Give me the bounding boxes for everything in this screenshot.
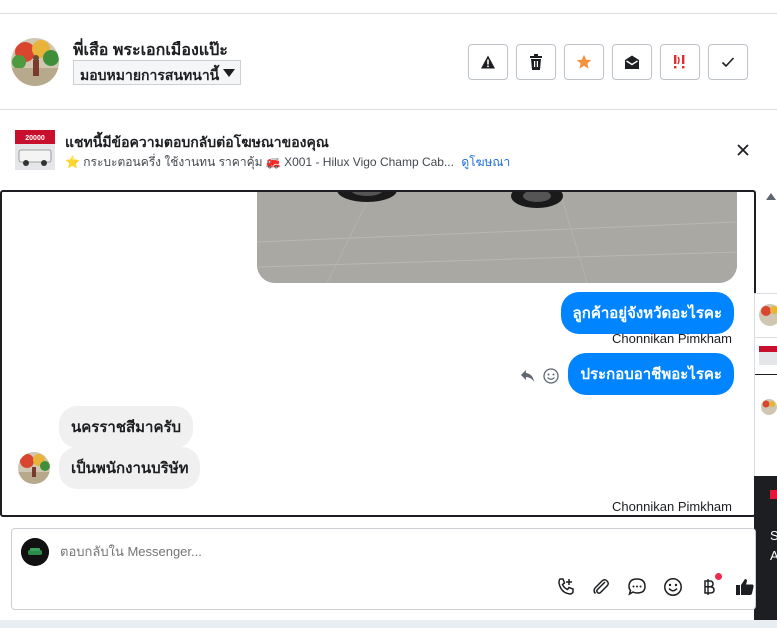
follow-up-icon	[674, 55, 685, 69]
shared-photo-message[interactable]	[257, 192, 737, 283]
done-button[interactable]	[708, 44, 748, 80]
warning-icon	[481, 55, 495, 69]
phone-add-icon	[558, 578, 574, 595]
ad-thumb-badge: 20000	[25, 135, 45, 142]
notification-dot	[715, 573, 722, 580]
message-tools	[520, 368, 560, 386]
attach-button[interactable]	[590, 576, 612, 598]
sender-name: Chonnikan Pimkham	[612, 499, 732, 514]
page-avatar	[21, 538, 49, 566]
paperclip-icon	[593, 579, 609, 595]
like-button[interactable]	[734, 576, 756, 598]
ad-banner-title: แชทนี้มีข้อความตอบกลับต่อโฆษณาของคุณ	[65, 134, 329, 150]
side-divider	[755, 374, 777, 375]
contact-avatar[interactable]	[11, 38, 59, 86]
call-button[interactable]	[555, 576, 577, 598]
view-ad-link[interactable]: ดูโฆษณา	[461, 155, 510, 169]
trash-icon	[530, 54, 542, 70]
close-banner-button[interactable]	[734, 141, 752, 159]
saved-replies-button[interactable]	[626, 576, 648, 598]
ad-thumbnail[interactable]: 20000	[15, 130, 55, 170]
chat-bubble-icon	[628, 578, 646, 596]
baht-icon	[704, 579, 715, 595]
outgoing-message[interactable]: ประกอบอาชีพอะไรคะ	[568, 353, 734, 395]
assign-label: มอบหมายการสนทนานี้	[80, 67, 220, 83]
scroll-up-arrow-icon[interactable]	[766, 193, 776, 200]
side-avatar[interactable]	[761, 399, 777, 415]
mark-unread-button[interactable]	[612, 44, 652, 80]
assign-conversation-dropdown[interactable]: มอบหมายการสนทนานี้	[73, 60, 241, 85]
emoji-reaction-icon[interactable]	[543, 368, 559, 384]
star-icon	[576, 54, 592, 69]
ad-banner-subtitle: ⭐ กระบะตอนครึ่ง ใช้งานทน ราคาคุ้ม 🚒 X001…	[65, 153, 510, 172]
thumbs-up-icon	[736, 579, 754, 595]
message-thread[interactable]: ลูกค้าอยู่จังหวัดอะไรคะ Chonnikan Pimkha…	[0, 190, 756, 517]
close-icon	[737, 144, 749, 156]
side-avatar[interactable]	[759, 304, 777, 326]
message-composer	[11, 528, 756, 610]
side-divider	[755, 337, 777, 338]
side-ad-thumb	[759, 346, 777, 365]
side-text-line: S	[770, 528, 777, 543]
notification-badge-icon	[770, 490, 777, 499]
incoming-message[interactable]: นครราชสีมาครับ	[59, 406, 194, 448]
side-text-line: A	[770, 548, 777, 563]
inbox-conversation-view: พี่เสือ พระเอกเมืองแป๊ะ มอบหมายการสนทนาน…	[0, 0, 777, 628]
follow-up-button[interactable]	[660, 44, 700, 80]
caret-down-icon	[223, 69, 235, 77]
conversation-header: พี่เสือ พระเอกเมืองแป๊ะ มอบหมายการสนทนาน…	[0, 14, 777, 110]
incoming-message[interactable]: เป็นพนักงานบริษัท	[59, 447, 201, 489]
smiley-icon	[664, 578, 682, 596]
spam-button[interactable]	[468, 44, 508, 80]
envelope-open-icon	[625, 55, 639, 69]
side-conversation-list	[754, 293, 777, 476]
ad-reply-banner: 20000 แชทนี้มีข้อความตอบกลับต่อโฆษณาของค…	[0, 110, 777, 190]
side-notification-panel: S A	[754, 476, 777, 621]
outgoing-message[interactable]: ลูกค้าอยู่จังหวัดอะไรคะ	[560, 292, 734, 334]
ad-description: ⭐ กระบะตอนครึ่ง ใช้งานทน ราคาคุ้ม 🚒 X001…	[65, 155, 454, 169]
reply-icon[interactable]	[520, 369, 536, 383]
bottom-strip	[0, 620, 777, 628]
sender-name: Chonnikan Pimkham	[612, 331, 732, 346]
reply-input[interactable]	[60, 544, 560, 559]
delete-button[interactable]	[516, 44, 556, 80]
emoji-button[interactable]	[662, 576, 684, 598]
contact-avatar-small	[18, 452, 50, 484]
star-button[interactable]	[564, 44, 604, 80]
check-icon	[721, 57, 735, 68]
